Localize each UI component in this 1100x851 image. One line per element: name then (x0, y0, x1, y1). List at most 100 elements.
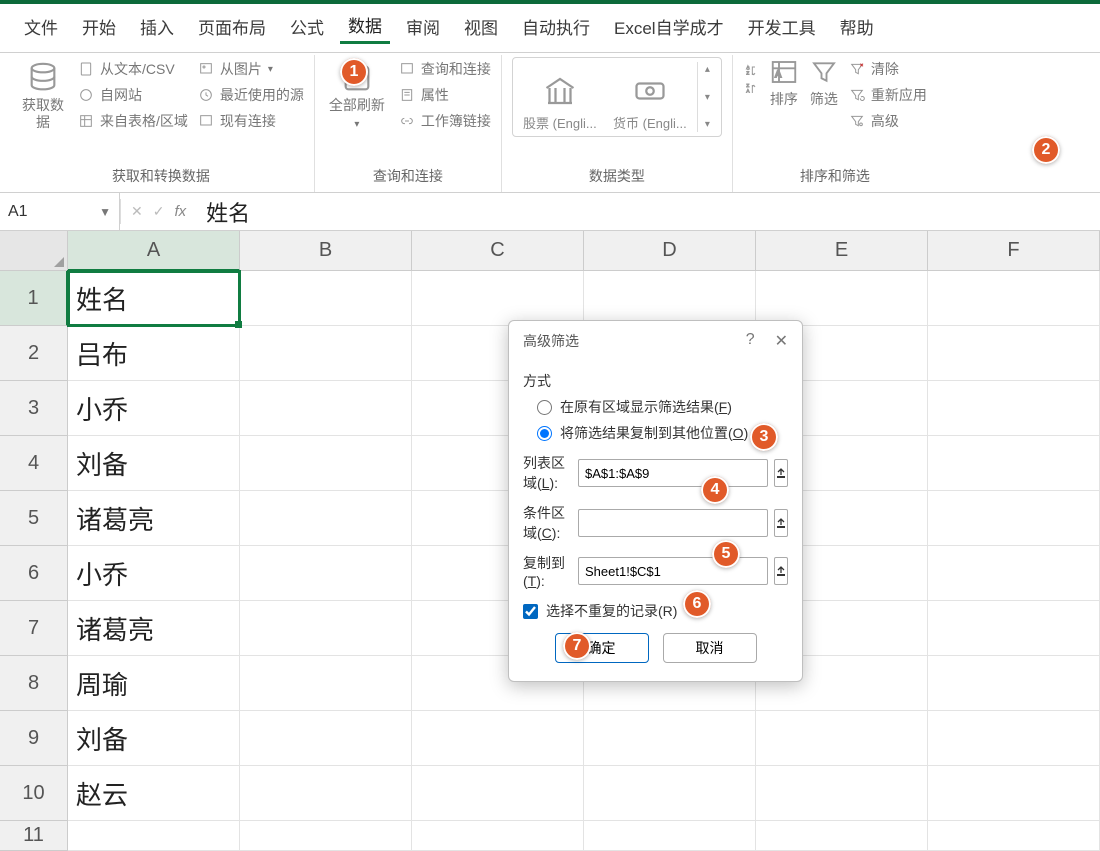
cell[interactable] (928, 436, 1100, 491)
get-data-button[interactable]: 获取数 据 (18, 57, 68, 135)
cell[interactable] (928, 711, 1100, 766)
cell[interactable] (584, 711, 756, 766)
cell[interactable] (584, 766, 756, 821)
menu-custom1[interactable]: Excel自学成才 (606, 10, 732, 43)
menu-file[interactable]: 文件 (16, 10, 66, 43)
menu-formulas[interactable]: 公式 (282, 10, 332, 43)
cell[interactable] (240, 436, 412, 491)
cell[interactable] (928, 656, 1100, 711)
row-header[interactable]: 6 (0, 546, 68, 601)
menu-insert[interactable]: 插入 (132, 10, 182, 43)
from-text-csv-button[interactable]: 从文本/CSV (78, 59, 188, 79)
recent-sources-button[interactable]: 最近使用的源 (198, 85, 304, 105)
cell[interactable] (584, 271, 756, 326)
fx-icon[interactable]: fx (174, 203, 186, 220)
row-header[interactable]: 3 (0, 381, 68, 436)
enter-formula-icon[interactable]: ✓ (153, 203, 165, 220)
row-header[interactable]: 9 (0, 711, 68, 766)
radio-filter-in-place[interactable]: 在原有区域显示筛选结果(F) (537, 397, 788, 417)
criteria-range-input[interactable] (578, 509, 768, 537)
from-table-button[interactable]: 来自表格/区域 (78, 111, 188, 131)
cell[interactable] (928, 546, 1100, 601)
properties-button[interactable]: 属性 (399, 85, 491, 105)
col-header-d[interactable]: D (584, 231, 756, 271)
cell[interactable] (412, 271, 584, 326)
cell[interactable]: 吕布 (68, 326, 240, 381)
cell[interactable] (240, 601, 412, 656)
cell[interactable] (756, 271, 928, 326)
queries-conn-button[interactable]: 查询和连接 (399, 59, 491, 79)
list-range-picker[interactable] (774, 459, 788, 487)
menu-pagelayout[interactable]: 页面布局 (190, 10, 274, 43)
help-icon[interactable]: ? (746, 331, 755, 351)
row-header[interactable]: 7 (0, 601, 68, 656)
name-box[interactable]: A1▼ (0, 193, 120, 230)
row-header[interactable]: 5 (0, 491, 68, 546)
cell[interactable] (928, 381, 1100, 436)
cell[interactable]: 小乔 (68, 381, 240, 436)
col-header-f[interactable]: F (928, 231, 1100, 271)
cell[interactable]: 刘备 (68, 711, 240, 766)
menu-automate[interactable]: 自动执行 (514, 10, 598, 43)
cell[interactable] (240, 491, 412, 546)
cell[interactable]: 刘备 (68, 436, 240, 491)
cell[interactable]: 小乔 (68, 546, 240, 601)
sort-asc-button[interactable]: AZ (743, 63, 759, 79)
list-range-input[interactable] (578, 459, 768, 487)
from-picture-button[interactable]: 从图片 ▾ (198, 59, 304, 79)
cell[interactable] (756, 711, 928, 766)
data-types-gallery[interactable]: 股票 (Engli... 货币 (Engli... ▴▾▾ (512, 57, 722, 137)
menu-view[interactable]: 视图 (456, 10, 506, 43)
cell[interactable] (412, 711, 584, 766)
menu-help[interactable]: 帮助 (832, 10, 882, 43)
clear-filter-button[interactable]: 清除 (849, 59, 927, 79)
select-all-corner[interactable] (0, 231, 68, 271)
menu-developer[interactable]: 开发工具 (740, 10, 824, 43)
row-header[interactable]: 2 (0, 326, 68, 381)
col-header-e[interactable]: E (756, 231, 928, 271)
cell[interactable] (928, 491, 1100, 546)
cell[interactable]: 赵云 (68, 766, 240, 821)
filter-button[interactable]: 筛选 (809, 57, 839, 109)
menu-home[interactable]: 开始 (74, 10, 124, 43)
col-header-a[interactable]: A (68, 231, 240, 271)
cell[interactable] (240, 656, 412, 711)
copy-to-input[interactable] (578, 557, 768, 585)
sort-dialog-button[interactable]: A 排序 (769, 57, 799, 109)
reapply-filter-button[interactable]: 重新应用 (849, 85, 927, 105)
gallery-scroll[interactable]: ▴▾▾ (697, 62, 717, 132)
cell[interactable] (928, 601, 1100, 656)
cancel-formula-icon[interactable]: ✕ (131, 203, 143, 220)
cell[interactable] (240, 271, 412, 326)
menu-data[interactable]: 数据 (340, 8, 390, 44)
row-header[interactable]: 4 (0, 436, 68, 491)
cell[interactable]: 诸葛亮 (68, 601, 240, 656)
cell[interactable] (240, 711, 412, 766)
cell[interactable] (240, 546, 412, 601)
copy-to-picker[interactable] (774, 557, 788, 585)
col-header-b[interactable]: B (240, 231, 412, 271)
advanced-filter-button[interactable]: 高级 (849, 111, 927, 131)
unique-records-checkbox[interactable]: 选择不重复的记录(R) (523, 601, 788, 621)
from-web-button[interactable]: 自网站 (78, 85, 188, 105)
criteria-range-picker[interactable] (774, 509, 788, 537)
menu-review[interactable]: 审阅 (398, 10, 448, 43)
existing-conn-button[interactable]: 现有连接 (198, 111, 304, 131)
workbook-links-button[interactable]: 工作簿链接 (399, 111, 491, 131)
cell[interactable]: 诸葛亮 (68, 491, 240, 546)
stocks-type[interactable]: 股票 (Engli... (517, 73, 603, 132)
chevron-down-icon[interactable]: ▼ (99, 205, 111, 219)
row-header[interactable]: 8 (0, 656, 68, 711)
cell[interactable] (240, 766, 412, 821)
cell[interactable] (928, 326, 1100, 381)
formula-input[interactable]: 姓名 (196, 196, 1100, 228)
cell[interactable] (412, 766, 584, 821)
currency-type[interactable]: 货币 (Engli... (607, 73, 693, 132)
cell[interactable] (240, 326, 412, 381)
cell[interactable]: 姓名 (68, 271, 240, 326)
cell[interactable] (928, 766, 1100, 821)
sort-desc-button[interactable]: ZA (743, 81, 759, 97)
cell[interactable] (240, 381, 412, 436)
cell[interactable] (928, 271, 1100, 326)
cell[interactable] (756, 766, 928, 821)
